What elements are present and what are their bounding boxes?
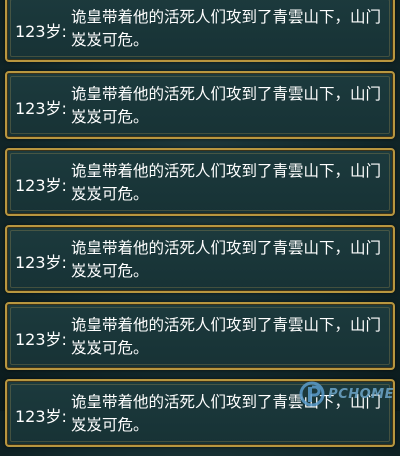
age-label: 123岁: [15, 249, 67, 273]
age-value: 123岁 [15, 407, 62, 426]
event-message: 诡皇带着他的活死人们攻到了青雲山下，山门岌岌可危。 [71, 8, 382, 49]
age-label: 123岁: [15, 326, 67, 350]
age-value: 123岁 [15, 253, 62, 272]
log-entry: 123岁: 诡皇带着他的活死人们攻到了青雲山下，山门岌岌可危。 [5, 302, 395, 370]
event-message: 诡皇带着他的活死人们攻到了青雲山下，山门岌岌可危。 [71, 85, 382, 126]
age-value: 123岁 [15, 176, 62, 195]
age-colon: : [61, 330, 67, 349]
age-label: 123岁: [15, 18, 67, 42]
age-value: 123岁 [15, 330, 62, 349]
log-entry: 123岁: 诡皇带着他的活死人们攻到了青雲山下，山门岌岌可危。 [5, 225, 395, 293]
age-value: 123岁 [15, 22, 62, 41]
event-message: 诡皇带着他的活死人们攻到了青雲山下，山门岌岌可危。 [71, 316, 382, 357]
age-colon: : [61, 407, 67, 426]
site-watermark: PCHOME [299, 381, 394, 407]
age-value: 123岁 [15, 99, 62, 118]
age-label: 123岁: [15, 95, 67, 119]
watermark-text: PCHOME [328, 386, 394, 402]
log-entry: 123岁: 诡皇带着他的活死人们攻到了青雲山下，山门岌岌可危。 [5, 0, 395, 62]
age-colon: : [61, 22, 67, 41]
event-message: 诡皇带着他的活死人们攻到了青雲山下，山门岌岌可危。 [71, 239, 382, 280]
event-message: 诡皇带着他的活死人们攻到了青雲山下，山门岌岌可危。 [71, 162, 382, 203]
log-entry: 123岁: 诡皇带着他的活死人们攻到了青雲山下，山门岌岌可危。 [5, 148, 395, 216]
age-label: 123岁: [15, 172, 67, 196]
age-colon: : [61, 253, 67, 272]
age-label: 123岁: [15, 403, 67, 427]
log-entry: 123岁: 诡皇带着他的活死人们攻到了青雲山下，山门岌岌可危。 [5, 71, 395, 139]
age-colon: : [61, 176, 67, 195]
age-colon: : [61, 99, 67, 118]
pc-logo-icon [299, 381, 325, 407]
